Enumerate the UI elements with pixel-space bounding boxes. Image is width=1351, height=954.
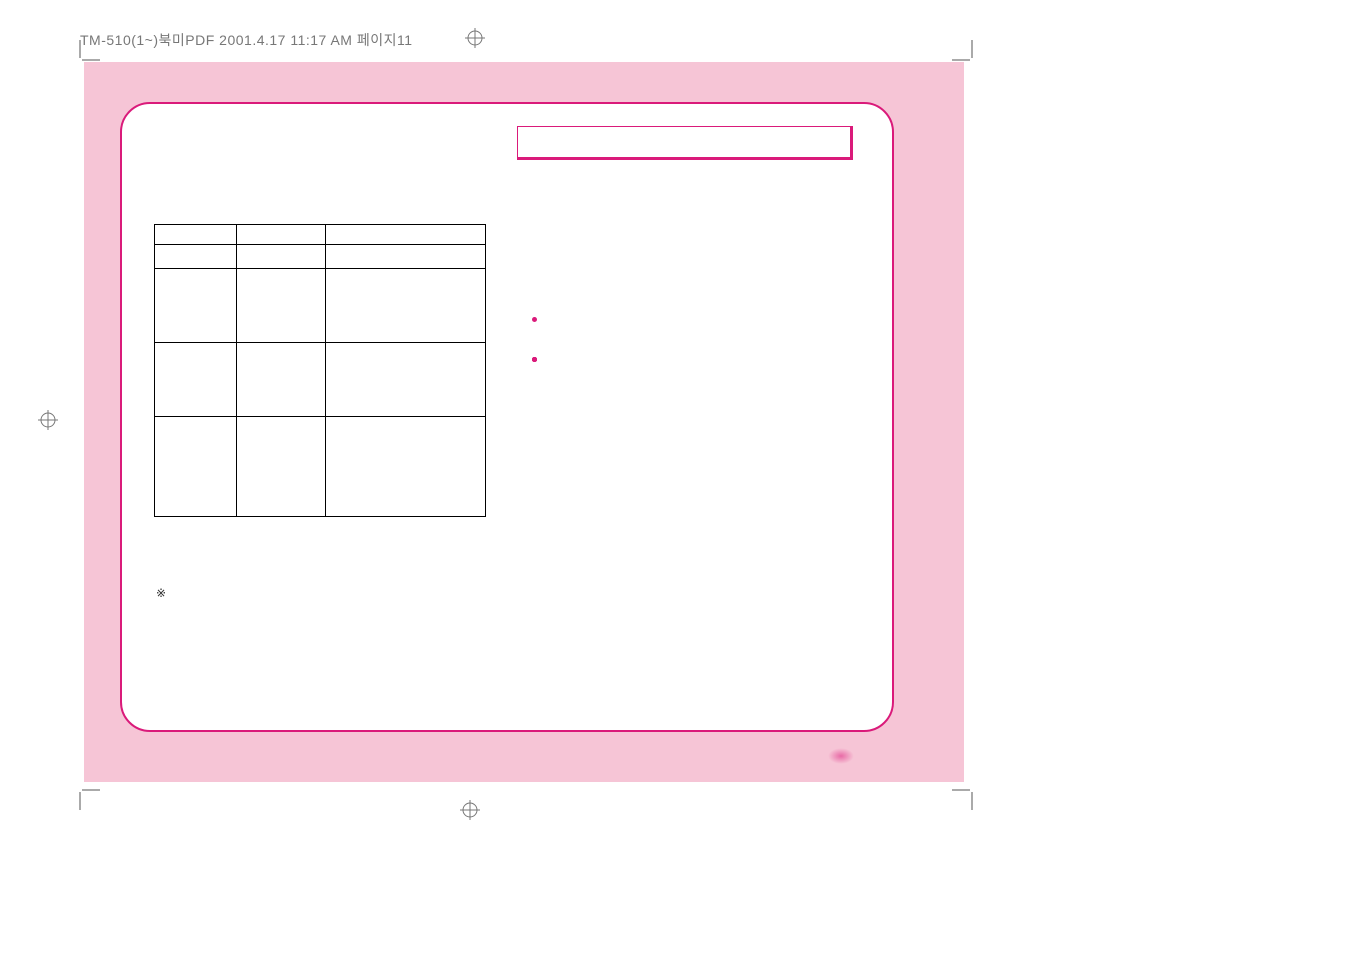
content-card: ※ — [120, 102, 894, 732]
table-cell — [326, 269, 486, 343]
table-cell — [326, 417, 486, 517]
table-cell — [155, 417, 237, 517]
table-cell — [155, 269, 237, 343]
table-cell — [155, 343, 237, 417]
registration-mark-icon — [38, 410, 58, 430]
table-cell — [236, 225, 326, 245]
table-cell — [155, 225, 237, 245]
table-cell — [236, 269, 326, 343]
table-row — [155, 269, 486, 343]
page-number-badge — [828, 748, 854, 764]
table-cell — [326, 245, 486, 269]
table-footnote: ※ — [156, 586, 166, 600]
table-row — [155, 417, 486, 517]
table-cell — [155, 245, 237, 269]
table-cell — [326, 343, 486, 417]
table-row — [155, 225, 486, 245]
table-cell — [236, 417, 326, 517]
table-cell — [326, 225, 486, 245]
table-cell — [236, 343, 326, 417]
registration-mark-icon — [460, 800, 480, 820]
page-background-panel: ※ — [84, 62, 964, 782]
spec-table — [154, 224, 486, 517]
bullet-list — [532, 314, 862, 354]
section-title-box — [517, 126, 853, 160]
table-row — [155, 245, 486, 269]
document-header-text: TM-510(1~)북미PDF 2001.4.17 11:17 AM 페이지11 — [80, 30, 413, 50]
table-row — [155, 343, 486, 417]
table-cell — [236, 245, 326, 269]
registration-mark-icon — [465, 28, 485, 48]
